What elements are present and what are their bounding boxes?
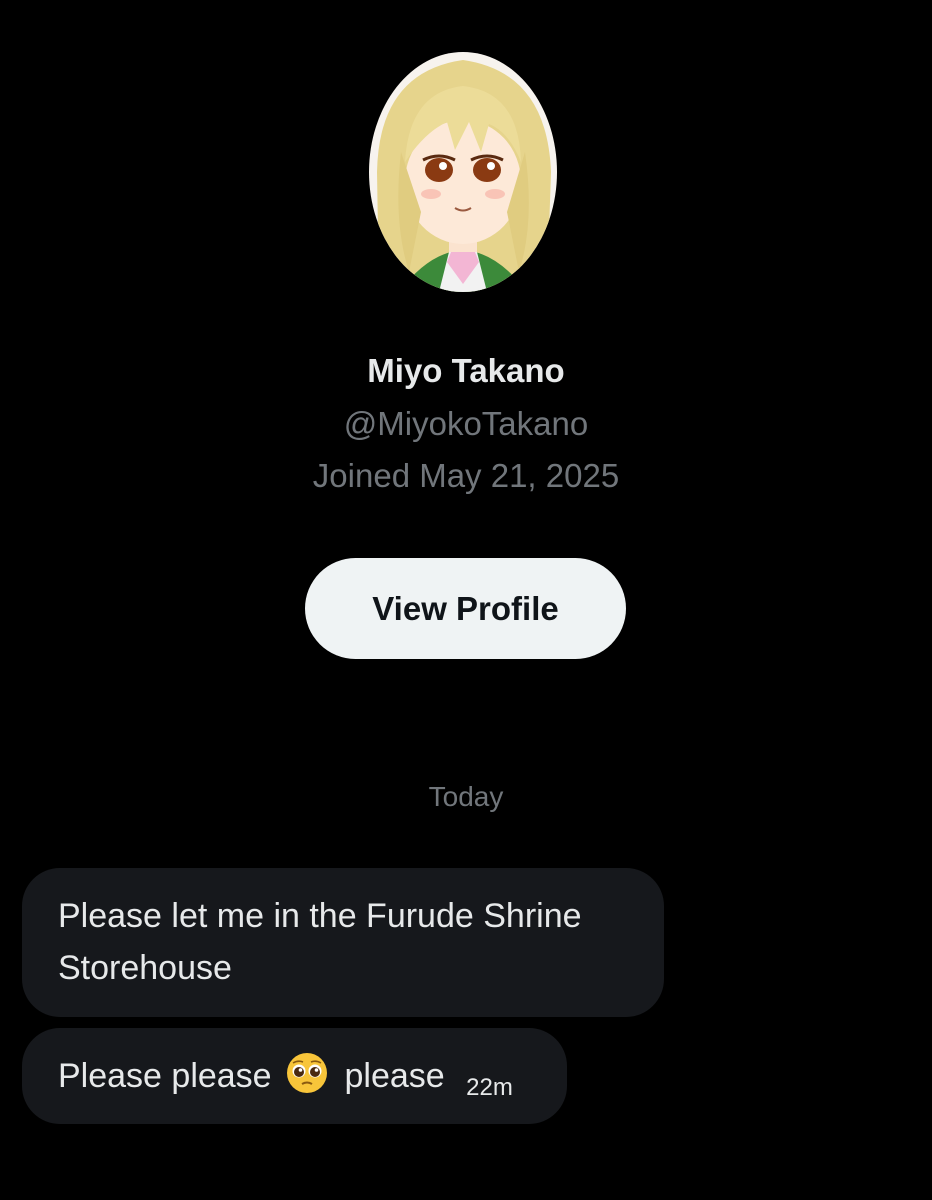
profile-handle: @MiyokoTakano: [343, 405, 589, 442]
message-timestamp: 22m: [466, 1074, 513, 1101]
profile-joined-date: Joined May 21, 2025: [312, 457, 620, 494]
message-bubble[interactable]: Please please please 22m: [22, 1028, 567, 1124]
message-text: Please let me in the Furude Shrine Store…: [58, 897, 582, 987]
message-text-before-emoji: Please please: [58, 1057, 272, 1095]
view-profile-button[interactable]: View Profile: [305, 558, 626, 659]
date-separator: Today: [428, 781, 504, 812]
anime-girl-avatar-icon: [369, 52, 557, 292]
message-text-after-emoji: please: [344, 1057, 445, 1095]
profile-avatar[interactable]: [369, 52, 557, 292]
pleading-face-icon: [285, 1051, 329, 1095]
profile-display-name: Miyo Takano: [367, 352, 565, 389]
message-bubble[interactable]: Please let me in the Furude Shrine Store…: [22, 868, 664, 1017]
